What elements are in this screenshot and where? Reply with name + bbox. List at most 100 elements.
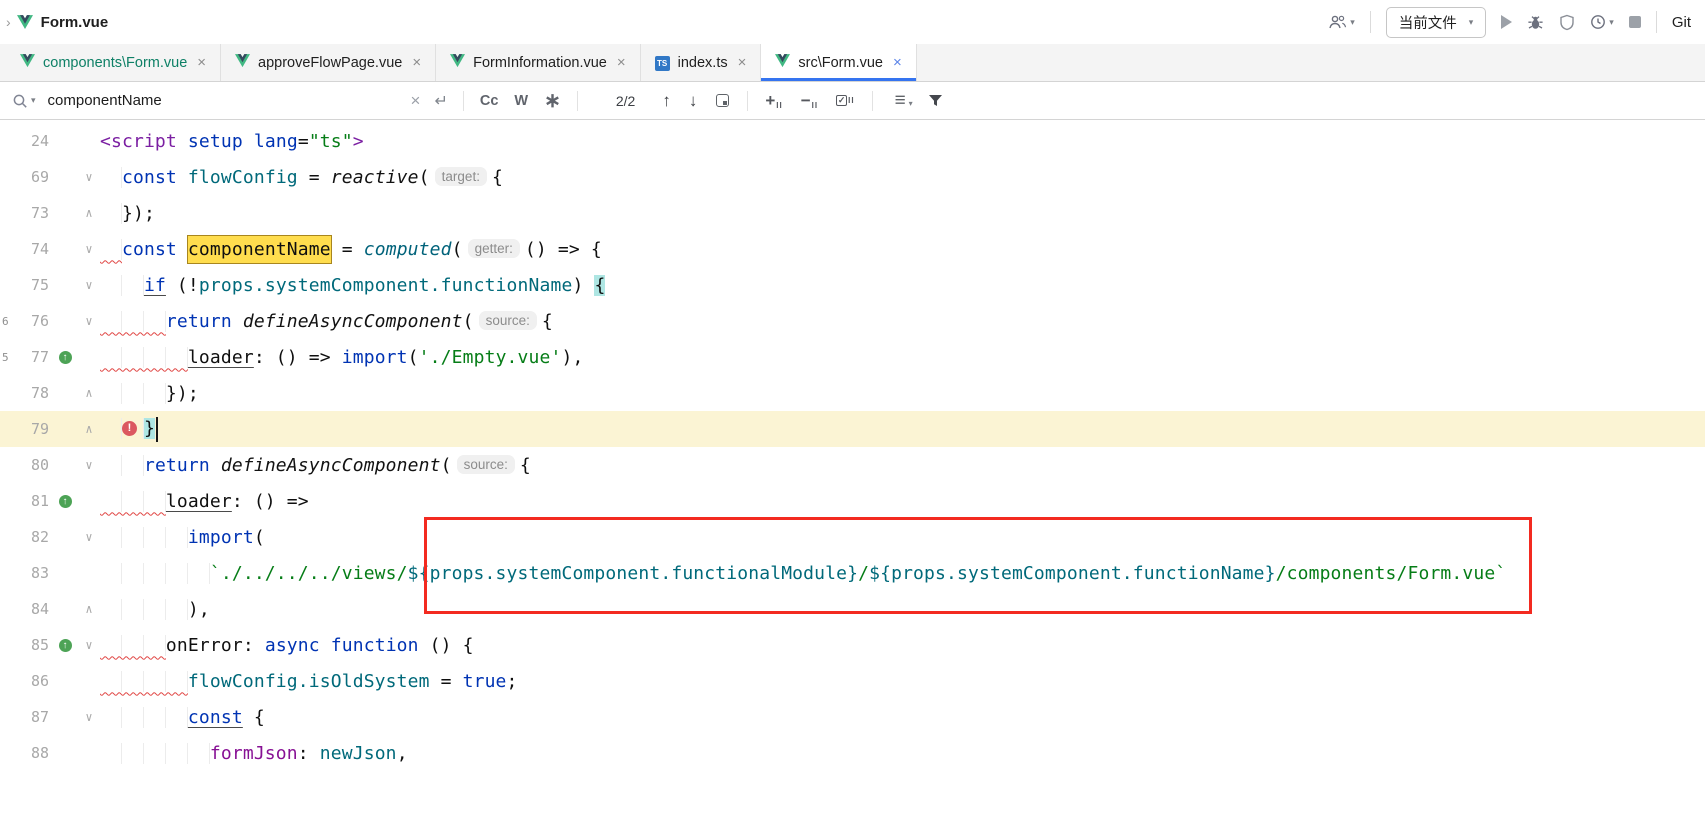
fold-icon[interactable]: ∧ [78,206,100,220]
editor[interactable]: 24 <script setup lang="ts"> 69 ∨ const flow… [0,120,1705,820]
stop-button[interactable] [1629,16,1641,28]
coverage-button[interactable] [1559,14,1575,31]
code-text[interactable]: const flowConfig = reactive(target:{ [100,167,503,188]
code-text[interactable]: const { [100,707,265,728]
code-line[interactable]: 84∧ ), [0,591,1705,627]
code-line[interactable]: 81 ↑ loader: () => [0,483,1705,519]
fold-icon[interactable]: ∨ [78,458,100,472]
code-line[interactable]: 78 ∧ }); [0,375,1705,411]
code-line[interactable]: 86 flowConfig.isOldSystem = true; [0,663,1705,699]
code-text[interactable]: loader: () => [100,491,309,512]
code-line[interactable]: !79∧ } [0,411,1705,447]
tab-index-ts[interactable]: TSindex.ts× [641,44,762,81]
debug-button[interactable] [1527,14,1544,31]
line-number[interactable]: 81 [14,492,52,510]
gutter-arrow-icon[interactable]: ↑ [59,639,72,652]
git-widget[interactable]: Git [1672,14,1691,31]
tab-forminformation-vue[interactable]: FormInformation.vue× [436,44,641,81]
line-number[interactable]: 85 [14,636,52,654]
match-case-toggle[interactable]: Cc [480,93,499,109]
line-number[interactable]: 77 [14,348,52,366]
regex-toggle[interactable]: ∗ [544,94,561,108]
code-line[interactable]: 24 <script setup lang="ts"> [0,123,1705,159]
line-number[interactable]: 86 [14,672,52,690]
code-text[interactable]: return defineAsyncComponent(source:{ [100,311,553,332]
line-number[interactable]: 24 [14,132,52,150]
code-line[interactable]: 82 ∨ import( [0,519,1705,555]
insert-newline-icon[interactable]: ↵ [434,91,447,111]
remove-occurrence-icon[interactable]: −II [801,91,818,111]
line-number[interactable]: 87 [14,708,52,726]
tab-close-icon[interactable]: × [738,54,747,71]
tab-close-icon[interactable]: × [412,54,421,71]
open-in-find-window-icon[interactable] [716,94,729,107]
line-number[interactable]: 69 [14,168,52,186]
code-line[interactable]: 87 ∨ const { [0,699,1705,735]
filter-icon[interactable] [928,94,943,107]
line-number[interactable]: 84 [14,600,52,618]
tab-close-icon[interactable]: × [617,54,626,71]
gutter-arrow-icon[interactable]: ↑ [59,495,72,508]
line-number[interactable]: 82 [14,528,52,546]
code-text[interactable]: import( [100,527,265,548]
tab-components-form-vue[interactable]: components\Form.vue× [6,44,221,81]
search-icon[interactable]: ▾ [12,93,36,109]
tab-close-icon[interactable]: × [893,54,902,71]
code-with-me-button[interactable]: ▾ [1328,14,1355,30]
line-number[interactable]: 73 [14,204,52,222]
whole-words-toggle[interactable]: W [514,93,528,109]
code-line[interactable]: 73 ∧ }); [0,195,1705,231]
code-text[interactable]: loader: () => import('./Empty.vue'), [100,347,583,368]
tab-src-form-vue[interactable]: src\Form.vue× [761,44,916,81]
error-icon[interactable]: ! [122,421,137,436]
fold-icon[interactable]: ∧ [78,386,100,400]
add-occurrence-icon[interactable]: +II [765,91,782,111]
code-text[interactable]: const componentName = computed(getter:()… [100,239,602,260]
clear-search-icon[interactable]: × [411,91,421,111]
run-button[interactable] [1501,15,1512,29]
fold-icon[interactable]: ∨ [78,710,100,724]
code-text[interactable]: `./../../../views/${props.systemComponen… [100,563,1506,584]
search-options-icon[interactable]: ≡▾ [895,90,913,112]
line-number[interactable]: 83 [14,564,52,582]
next-occurrence-button[interactable]: ↓ [689,91,698,111]
line-number[interactable]: 76 [14,312,52,330]
code-line[interactable]: 80∨ return defineAsyncComponent(source:{ [0,447,1705,483]
code-text[interactable]: <script setup lang="ts"> [100,131,364,152]
gutter-arrow-icon[interactable]: ↑ [59,351,72,364]
code-line[interactable]: 88 formJson: newJson, [0,735,1705,771]
code-text[interactable]: onError: async function () { [100,635,474,656]
select-all-occurrences-icon[interactable]: ✓II [836,95,854,106]
fold-icon[interactable]: ∨ [78,638,100,652]
code-text[interactable]: if (!props.systemComponent.functionName)… [100,275,605,296]
code-line[interactable]: 577↑ loader: () => import('./Empty.vue')… [0,339,1705,375]
code-line[interactable]: 74 ∨ const componentName = computed(gette… [0,231,1705,267]
fold-icon[interactable]: ∨ [78,530,100,544]
tab-close-icon[interactable]: × [197,54,206,71]
fold-icon[interactable]: ∨ [78,242,100,256]
profiler-button[interactable]: ▾ [1590,14,1614,30]
code-line[interactable]: 85 ↑ ∨ onError: async function () { [0,627,1705,663]
code-line[interactable]: 676∨ return defineAsyncComponent(source:… [0,303,1705,339]
code-text[interactable]: return defineAsyncComponent(source:{ [100,455,531,476]
run-config-selector[interactable]: 当前文件 ▾ [1386,7,1487,38]
line-number[interactable]: 75 [14,276,52,294]
code-line[interactable]: 75 ∨ if (!props.systemComponent.functionN… [0,267,1705,303]
code-line[interactable]: 69 ∨ const flowConfig = reactive(target:{ [0,159,1705,195]
previous-occurrence-button[interactable]: ↑ [662,91,671,111]
code-text[interactable]: }); [100,203,155,224]
code-text[interactable]: }); [100,383,199,404]
fold-icon[interactable]: ∧ [78,422,100,436]
code-line[interactable]: 83 `./../../../views/${props.systemCompo… [0,555,1705,591]
fold-icon[interactable]: ∧ [78,602,100,616]
fold-icon[interactable]: ∨ [78,170,100,184]
line-number[interactable]: 79 [14,420,52,438]
fold-icon[interactable]: ∨ [78,278,100,292]
line-number[interactable]: 88 [14,744,52,762]
code-text[interactable]: formJson: newJson, [100,743,408,764]
line-number[interactable]: 74 [14,240,52,258]
fold-icon[interactable]: ∨ [78,314,100,328]
line-number[interactable]: 78 [14,384,52,402]
code-text[interactable]: flowConfig.isOldSystem = true; [100,671,518,692]
tab-approveflowpage-vue[interactable]: approveFlowPage.vue× [221,44,436,81]
